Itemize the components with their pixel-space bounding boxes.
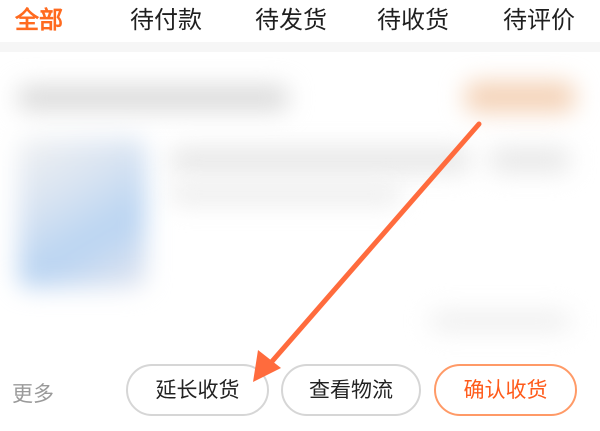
product-thumbnail-blurred	[18, 138, 146, 288]
product-price-blurred	[490, 148, 570, 172]
tab-pending-receipt[interactable]: 待收货	[377, 4, 449, 36]
product-spec-blurred	[170, 184, 400, 204]
more-link[interactable]: 更多	[12, 380, 54, 408]
order-status-blurred	[465, 82, 575, 112]
tab-pending-review[interactable]: 待评价	[503, 4, 575, 36]
extend-receipt-button[interactable]: 延长收货	[126, 364, 269, 416]
order-status-tabs: 全部 待付款 待发货 待收货 待评价	[0, 0, 600, 42]
confirm-receipt-button[interactable]: 确认收货	[434, 364, 577, 416]
view-logistics-button[interactable]: 查看物流	[281, 364, 421, 416]
tab-all[interactable]: 全部	[15, 4, 63, 36]
order-list-screen: 全部 待付款 待发货 待收货 待评价 更多 延长收货 查看物流 确认收货	[0, 0, 600, 431]
order-total-blurred	[430, 312, 570, 330]
tab-pending-shipment[interactable]: 待发货	[255, 4, 327, 36]
shop-name-blurred	[18, 86, 288, 110]
tab-pending-payment[interactable]: 待付款	[130, 4, 202, 36]
product-title-blurred	[170, 148, 470, 172]
